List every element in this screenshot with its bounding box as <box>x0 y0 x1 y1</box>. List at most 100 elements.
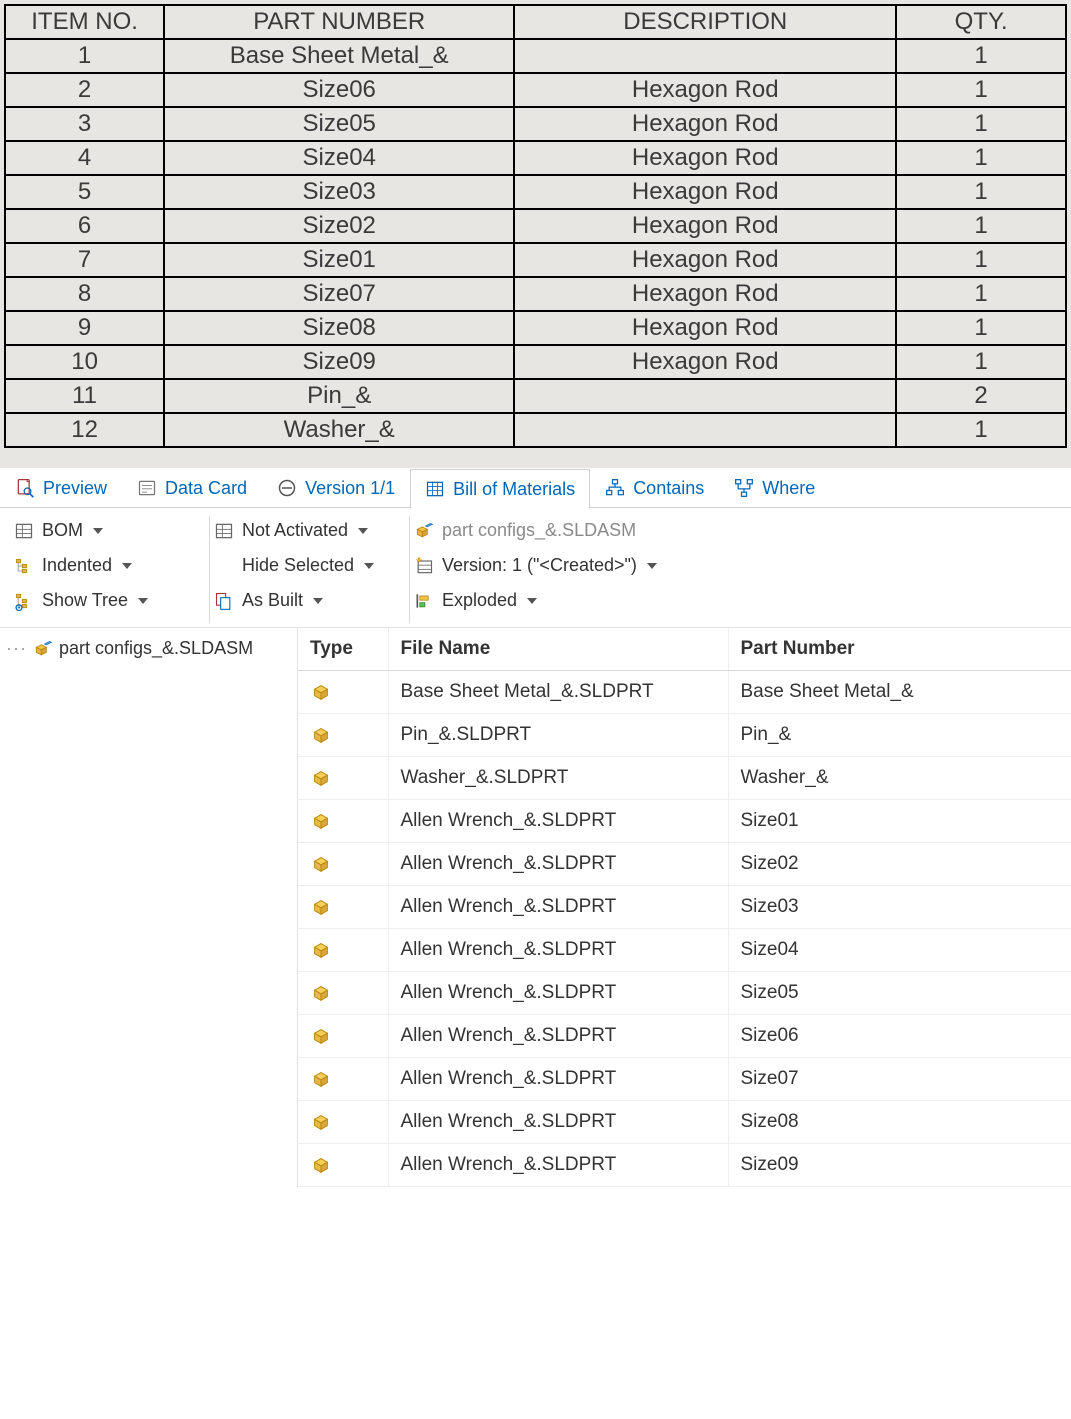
bom-icon <box>425 479 445 499</box>
version-icon <box>277 478 297 498</box>
bom-header-desc: DESCRIPTION <box>514 5 896 39</box>
grid-cell-type <box>298 972 388 1015</box>
grid-cell-file: Allen Wrench_&.SLDPRT <box>388 972 728 1015</box>
bom-cell-part: Size07 <box>164 277 514 311</box>
grid-header-file[interactable]: File Name <box>388 628 728 671</box>
bom-cell-item: 3 <box>5 107 164 141</box>
tab-label: Where <box>762 478 815 499</box>
bom-grid: Type File Name Part Number Base Sheet Me… <box>298 628 1071 1187</box>
as-built-dropdown[interactable]: As Built <box>214 590 395 611</box>
tab-data-card[interactable]: Data Card <box>122 468 262 507</box>
bom-row: 11Pin_&2 <box>5 379 1066 413</box>
bom-cell-desc <box>514 413 896 447</box>
grid-header-type[interactable]: Type <box>298 628 388 671</box>
bom-cell-qty: 1 <box>896 209 1066 243</box>
bom-cell-qty: 1 <box>896 413 1066 447</box>
caret-icon <box>647 563 657 569</box>
bom-header-part: PART NUMBER <box>164 5 514 39</box>
part-icon <box>310 939 376 961</box>
grid-row[interactable]: Allen Wrench_&.SLDPRTSize09 <box>298 1144 1071 1187</box>
bom-row: 2Size06Hexagon Rod1 <box>5 73 1066 107</box>
tab-preview[interactable]: Preview <box>0 468 122 507</box>
grid-row[interactable]: Pin_&.SLDPRTPin_& <box>298 714 1071 757</box>
bom-cell-qty: 1 <box>896 141 1066 175</box>
grid-row[interactable]: Allen Wrench_&.SLDPRTSize08 <box>298 1101 1071 1144</box>
bom-cell-part: Pin_& <box>164 379 514 413</box>
caret-icon <box>138 598 148 604</box>
grid-row[interactable]: Allen Wrench_&.SLDPRTSize06 <box>298 1015 1071 1058</box>
bom-row: 3Size05Hexagon Rod1 <box>5 107 1066 141</box>
grid-cell-part: Size05 <box>728 972 1071 1015</box>
grid-cell-part: Size01 <box>728 800 1071 843</box>
part-icon <box>310 982 376 1004</box>
part-icon <box>310 810 376 832</box>
bom-cell-qty: 1 <box>896 107 1066 141</box>
file-label: part configs_&.SLDASM <box>442 520 636 541</box>
grid-header-part[interactable]: Part Number <box>728 628 1071 671</box>
bom-cell-desc: Hexagon Rod <box>514 73 896 107</box>
bom-cell-qty: 1 <box>896 175 1066 209</box>
show-tree-dropdown[interactable]: Show Tree <box>14 590 195 611</box>
grid-row[interactable]: Washer_&.SLDPRTWasher_& <box>298 757 1071 800</box>
bom-row: 5Size03Hexagon Rod1 <box>5 175 1066 209</box>
part-icon <box>310 1111 376 1133</box>
grid-row[interactable]: Allen Wrench_&.SLDPRTSize07 <box>298 1058 1071 1101</box>
contains-icon <box>605 478 625 498</box>
bom-cell-qty: 1 <box>896 277 1066 311</box>
bom-cell-item: 1 <box>5 39 164 73</box>
grid-cell-file: Allen Wrench_&.SLDPRT <box>388 800 728 843</box>
tab-bill-of-materials[interactable]: Bill of Materials <box>410 469 590 508</box>
tab-contains[interactable]: Contains <box>590 468 719 507</box>
grid-cell-type <box>298 1101 388 1144</box>
dropdown-label: Hide Selected <box>242 555 354 576</box>
grid-row[interactable]: Allen Wrench_&.SLDPRTSize02 <box>298 843 1071 886</box>
tab-version[interactable]: Version 1/1 <box>262 468 410 507</box>
grid-cell-file: Allen Wrench_&.SLDPRT <box>388 1058 728 1101</box>
grid-cell-file: Allen Wrench_&.SLDPRT <box>388 843 728 886</box>
caret-icon <box>364 563 374 569</box>
grid-cell-type <box>298 1058 388 1101</box>
bom-row: 12Washer_&1 <box>5 413 1066 447</box>
tab-label: Data Card <box>165 478 247 499</box>
indented-dropdown[interactable]: Indented <box>14 555 195 576</box>
bom-cell-item: 12 <box>5 413 164 447</box>
tab-where-used[interactable]: Where <box>719 468 830 507</box>
bom-cell-item: 6 <box>5 209 164 243</box>
tab-label: Preview <box>43 478 107 499</box>
bom-dropdown[interactable]: BOM <box>14 520 195 541</box>
bom-cell-part: Size01 <box>164 243 514 277</box>
tab-bar: Preview Data Card Version 1/1 Bill of Ma… <box>0 468 1071 508</box>
tree-pane: ··· part configs_&.SLDASM <box>0 628 298 1187</box>
part-icon <box>310 853 376 875</box>
tree-root[interactable]: ··· part configs_&.SLDASM <box>6 638 291 659</box>
tree-connector: ··· <box>6 638 27 659</box>
hide-selected-dropdown[interactable]: Hide Selected <box>214 555 395 576</box>
grid-row[interactable]: Allen Wrench_&.SLDPRTSize04 <box>298 929 1071 972</box>
part-icon <box>310 767 376 789</box>
grid-row[interactable]: Allen Wrench_&.SLDPRTSize05 <box>298 972 1071 1015</box>
grid-cell-part: Size09 <box>728 1144 1071 1187</box>
exploded-dropdown[interactable]: Exploded <box>414 590 1047 611</box>
bom-cell-item: 2 <box>5 73 164 107</box>
grid-row[interactable]: Base Sheet Metal_&.SLDPRTBase Sheet Meta… <box>298 671 1071 714</box>
grid-row[interactable]: Allen Wrench_&.SLDPRTSize01 <box>298 800 1071 843</box>
grid-cell-file: Allen Wrench_&.SLDPRT <box>388 1101 728 1144</box>
bom-cell-desc: Hexagon Rod <box>514 243 896 277</box>
bom-cell-qty: 1 <box>896 243 1066 277</box>
bom-cell-qty: 1 <box>896 39 1066 73</box>
grid-cell-type <box>298 1015 388 1058</box>
assembly-icon <box>414 521 434 541</box>
grid-row[interactable]: Allen Wrench_&.SLDPRTSize03 <box>298 886 1071 929</box>
grid-cell-type <box>298 929 388 972</box>
bom-row: 4Size04Hexagon Rod1 <box>5 141 1066 175</box>
bom-cell-desc <box>514 39 896 73</box>
caret-icon <box>527 598 537 604</box>
grid-cell-file: Allen Wrench_&.SLDPRT <box>388 1144 728 1187</box>
not-activated-dropdown[interactable]: Not Activated <box>214 520 395 541</box>
exploded-icon <box>414 591 434 611</box>
grid-cell-type <box>298 843 388 886</box>
bom-cell-item: 7 <box>5 243 164 277</box>
assembly-icon <box>33 639 53 659</box>
bom-cell-part: Size02 <box>164 209 514 243</box>
version-dropdown[interactable]: Version: 1 ("<Created>") <box>414 555 1047 576</box>
